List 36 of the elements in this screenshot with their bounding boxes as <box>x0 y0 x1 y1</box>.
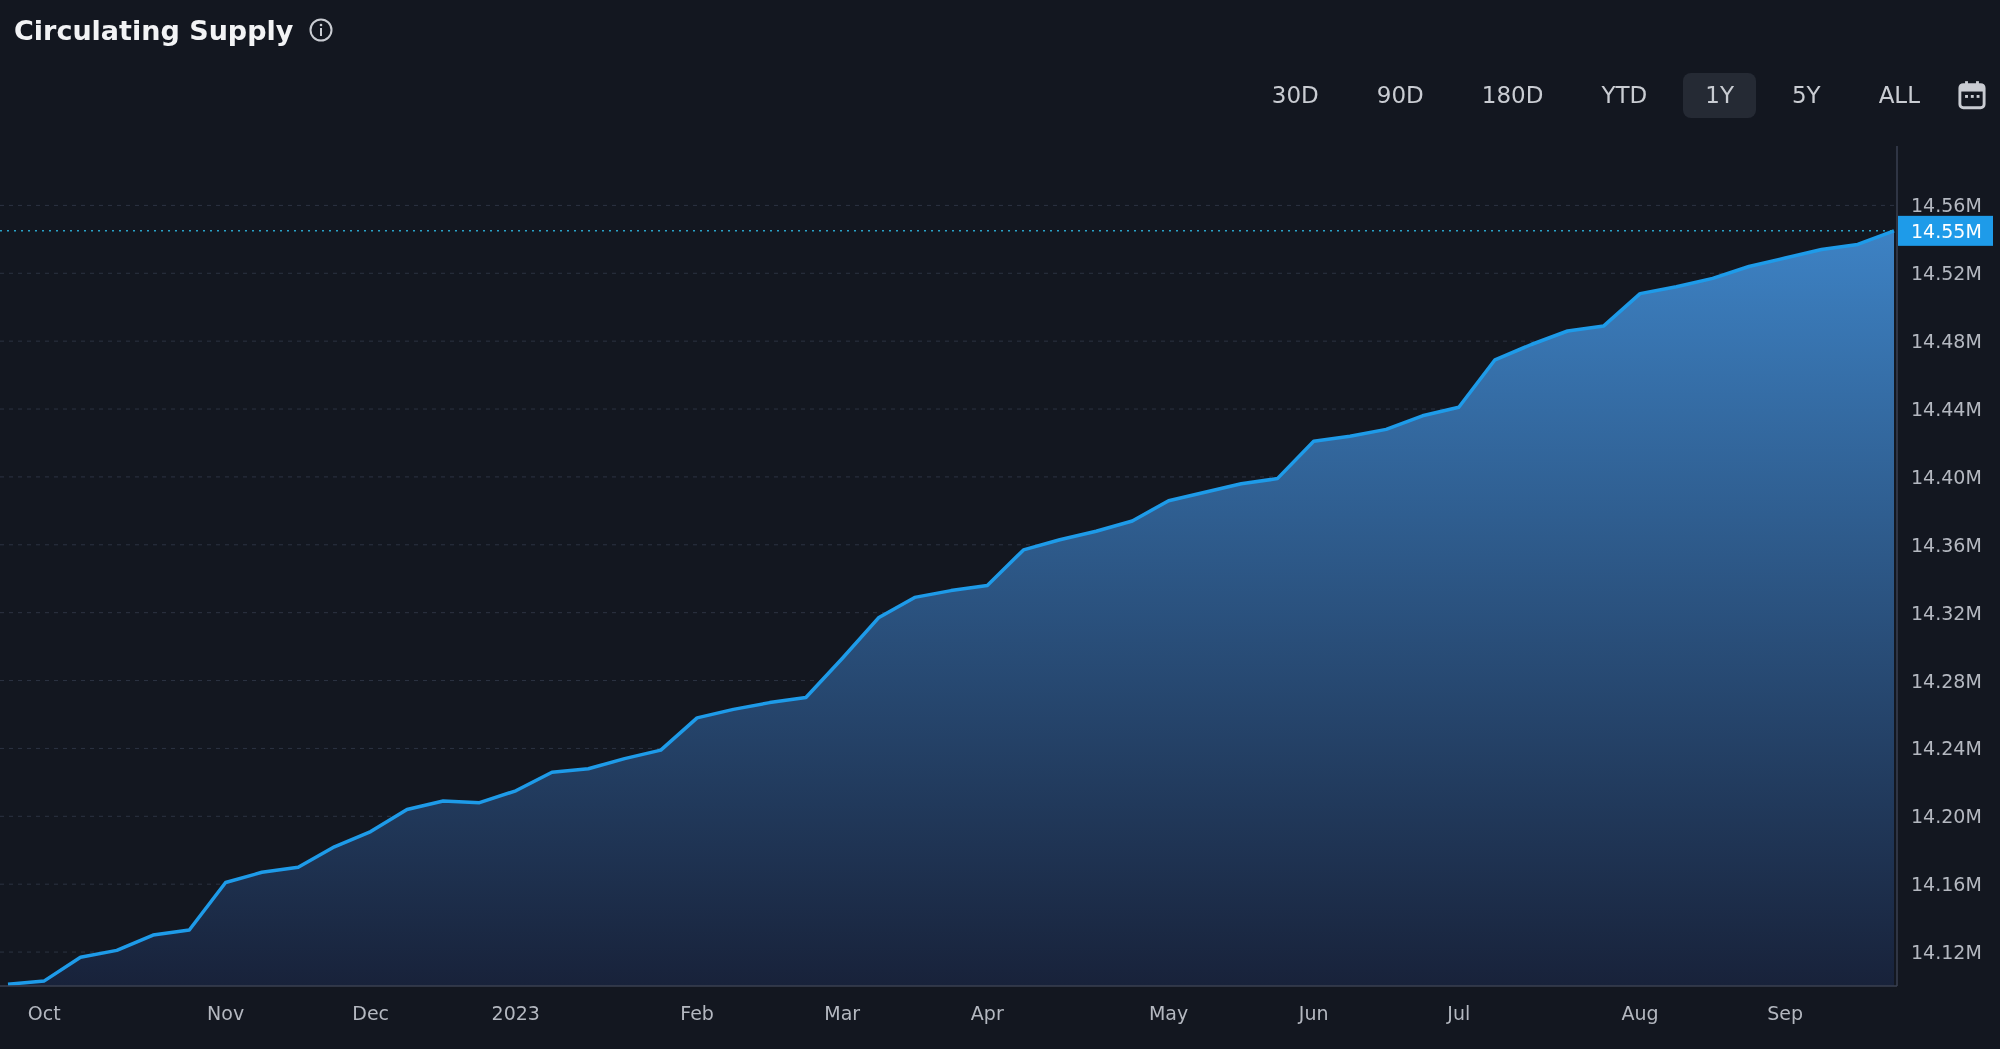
ref-line-label: 14.55M <box>1911 219 1982 242</box>
axis-label: Nov <box>207 1002 245 1024</box>
axis-label: Mar <box>824 1002 861 1024</box>
axis-label: 14.32M <box>1911 601 1982 624</box>
axis-label: Feb <box>680 1002 714 1024</box>
axis-label: Aug <box>1621 1002 1659 1024</box>
range-tab[interactable]: ALL <box>1856 72 1942 118</box>
axis-label: Jul <box>1447 1002 1471 1024</box>
axis-label: Sep <box>1767 1002 1804 1024</box>
range-tab[interactable]: 30D <box>1249 72 1341 118</box>
axis-label: Oct <box>27 1002 61 1024</box>
axis-label: 14.12M <box>1911 941 1982 964</box>
axis-label: 14.56M <box>1911 194 1982 217</box>
axis-label: 14.40M <box>1911 465 1982 488</box>
axis-label: 14.36M <box>1911 533 1982 556</box>
range-tab[interactable]: 180D <box>1459 72 1566 118</box>
axis-label: 14.24M <box>1911 737 1982 760</box>
axis-label: 14.48M <box>1911 330 1982 353</box>
range-tab[interactable]: 5Y <box>1769 72 1843 118</box>
chart-title: Circulating Supply <box>14 14 294 46</box>
axis-label: 14.28M <box>1911 669 1982 692</box>
axis-label: 14.44M <box>1911 398 1982 421</box>
range-tab[interactable]: 1Y <box>1683 72 1756 118</box>
axis-label: 2023 <box>491 1002 540 1024</box>
range-tab[interactable]: YTD <box>1579 72 1670 118</box>
axis-label: May <box>1148 1002 1189 1024</box>
axis-label: 14.52M <box>1911 262 1982 285</box>
current-value-tag: 14.55M <box>1898 215 1993 246</box>
axis-label: 14.16M <box>1911 873 1982 896</box>
axis-label: Jun <box>1298 1002 1329 1024</box>
axis-label: Dec <box>352 1002 390 1024</box>
axis-label: Apr <box>970 1002 1004 1024</box>
axis-label: 14.20M <box>1911 805 1982 828</box>
info-icon[interactable] <box>309 18 334 42</box>
range-tab[interactable]: 90D <box>1354 72 1446 118</box>
calendar-icon[interactable] <box>1958 80 1986 110</box>
